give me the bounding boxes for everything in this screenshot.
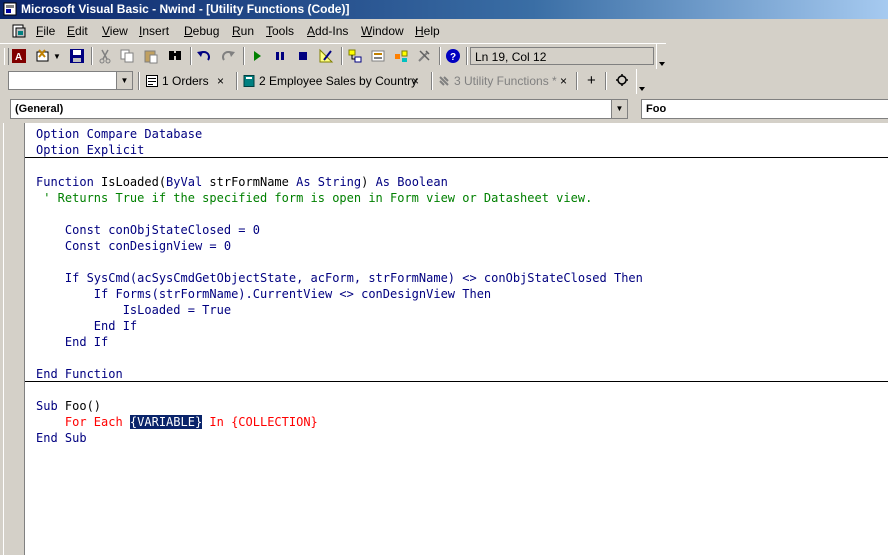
title-bar[interactable]: Microsoft Visual Basic - Nwind - [Utilit…: [0, 0, 888, 19]
code-line: Option Compare Database: [36, 127, 203, 141]
tab-orders-label: 1 Orders: [162, 74, 209, 88]
code-line: Sub Foo(): [36, 399, 102, 413]
tab-employee-sales-label: 2 Employee Sales by Country: [259, 74, 418, 88]
chevron-down-icon[interactable]: ▼: [116, 72, 132, 89]
tab-utility-functions-label: 3 Utility Functions *: [454, 74, 557, 88]
selected-placeholder[interactable]: {VARIABLE}: [129, 415, 203, 429]
code-line-error: For Each {VARIABLE} In {COLLECTION}: [36, 415, 318, 429]
undo-icon[interactable]: [195, 47, 213, 65]
break-icon[interactable]: [271, 47, 289, 65]
menu-file[interactable]: File: [36, 24, 55, 38]
tab-settings-icon[interactable]: [614, 73, 630, 91]
code-line: IsLoaded = True: [36, 303, 232, 317]
new-tab-button[interactable]: +: [587, 73, 596, 91]
menu-run[interactable]: Run: [232, 24, 254, 38]
menu-view[interactable]: View: [102, 24, 128, 38]
insert-dropdown-icon[interactable]: ▼: [52, 47, 62, 65]
toolbar-options-chevron[interactable]: [656, 44, 667, 69]
code-line: End If: [36, 319, 138, 333]
close-icon[interactable]: ×: [412, 73, 419, 89]
project-explorer-icon[interactable]: [346, 47, 364, 65]
object-combo-value: (General): [15, 103, 64, 115]
svg-text:A: A: [15, 52, 22, 63]
object-browser-icon[interactable]: [392, 47, 410, 65]
procedure-combo-value: Foo: [646, 103, 667, 115]
insert-module-icon[interactable]: [34, 47, 52, 65]
menu-window[interactable]: Window: [361, 24, 404, 38]
copy-icon[interactable]: [118, 47, 136, 65]
tab-orders[interactable]: 1 Orders ×: [146, 73, 224, 91]
menu-edit[interactable]: Edit: [67, 24, 88, 38]
object-combo[interactable]: (General) ▼: [10, 99, 628, 119]
code-text[interactable]: Option Compare Database Option Explicit …: [36, 126, 643, 446]
paste-icon[interactable]: [142, 47, 160, 65]
vba-app-icon: [3, 2, 17, 16]
code-window-header: (General) ▼ Foo: [0, 95, 888, 123]
report-icon: [243, 75, 255, 87]
find-icon[interactable]: [166, 47, 184, 65]
chevron-down-icon[interactable]: ▼: [611, 100, 627, 118]
access-icon[interactable]: A: [10, 47, 28, 65]
code-line: End Function: [36, 367, 123, 381]
redo-icon[interactable]: [219, 47, 237, 65]
margin-indicator-bar[interactable]: [0, 123, 25, 555]
close-icon[interactable]: ×: [217, 73, 224, 89]
procedure-combo[interactable]: Foo: [641, 99, 888, 119]
save-icon[interactable]: [68, 47, 86, 65]
code-line: End Sub: [36, 431, 87, 445]
code-line: Const conDesignView = 0: [36, 239, 232, 253]
code-line: Const conObjStateClosed = 0: [36, 223, 260, 237]
tab-bar-options-chevron[interactable]: [636, 69, 647, 94]
window-title: Microsoft Visual Basic - Nwind - [Utilit…: [21, 2, 350, 16]
help-icon[interactable]: ?: [444, 47, 462, 65]
toolbar-grip[interactable]: [4, 48, 9, 65]
menu-add-ins[interactable]: Add-Ins: [307, 24, 348, 38]
tab-employee-sales[interactable]: 2 Employee Sales by Country ×: [243, 73, 419, 91]
menu-help[interactable]: Help: [415, 24, 440, 38]
code-line: Option Explicit: [36, 143, 145, 157]
form-icon: [146, 75, 158, 87]
menu-insert[interactable]: Insert: [139, 24, 169, 38]
code-line: If Forms(strFormName).CurrentView <> con…: [36, 287, 492, 301]
module-icon: [439, 76, 449, 86]
document-tab-bar: ▼ 1 Orders × 2 Employee Sales by Country…: [0, 69, 888, 94]
tab-utility-functions[interactable]: 3 Utility Functions * ×: [438, 73, 567, 91]
run-icon[interactable]: [248, 47, 266, 65]
menu-tools[interactable]: Tools: [266, 24, 294, 38]
close-icon[interactable]: ×: [560, 73, 567, 89]
code-line: End If: [36, 335, 109, 349]
cut-icon[interactable]: [96, 47, 114, 65]
document-icon[interactable]: [11, 23, 27, 39]
properties-icon[interactable]: [369, 47, 387, 65]
reset-icon[interactable]: [294, 47, 312, 65]
svg-text:?: ?: [450, 52, 456, 63]
code-line: If SysCmd(acSysCmdGetObjectState, acForm…: [36, 271, 643, 285]
tab-list-dropdown[interactable]: ▼: [8, 71, 133, 90]
toolbox-icon[interactable]: [415, 47, 433, 65]
code-line: Function IsLoaded(ByVal strFormName As S…: [36, 175, 448, 189]
menu-bar: File Edit View Insert Debug Run Tools Ad…: [0, 19, 888, 42]
standard-toolbar: A ▼ ? Ln 19, Col 12: [0, 43, 667, 70]
design-mode-icon[interactable]: [317, 47, 335, 65]
code-editor[interactable]: Option Compare Database Option Explicit …: [0, 123, 888, 555]
cursor-position: Ln 19, Col 12: [470, 47, 654, 65]
menu-debug[interactable]: Debug: [184, 24, 219, 38]
code-line: ' Returns True if the specified form is …: [36, 191, 593, 205]
